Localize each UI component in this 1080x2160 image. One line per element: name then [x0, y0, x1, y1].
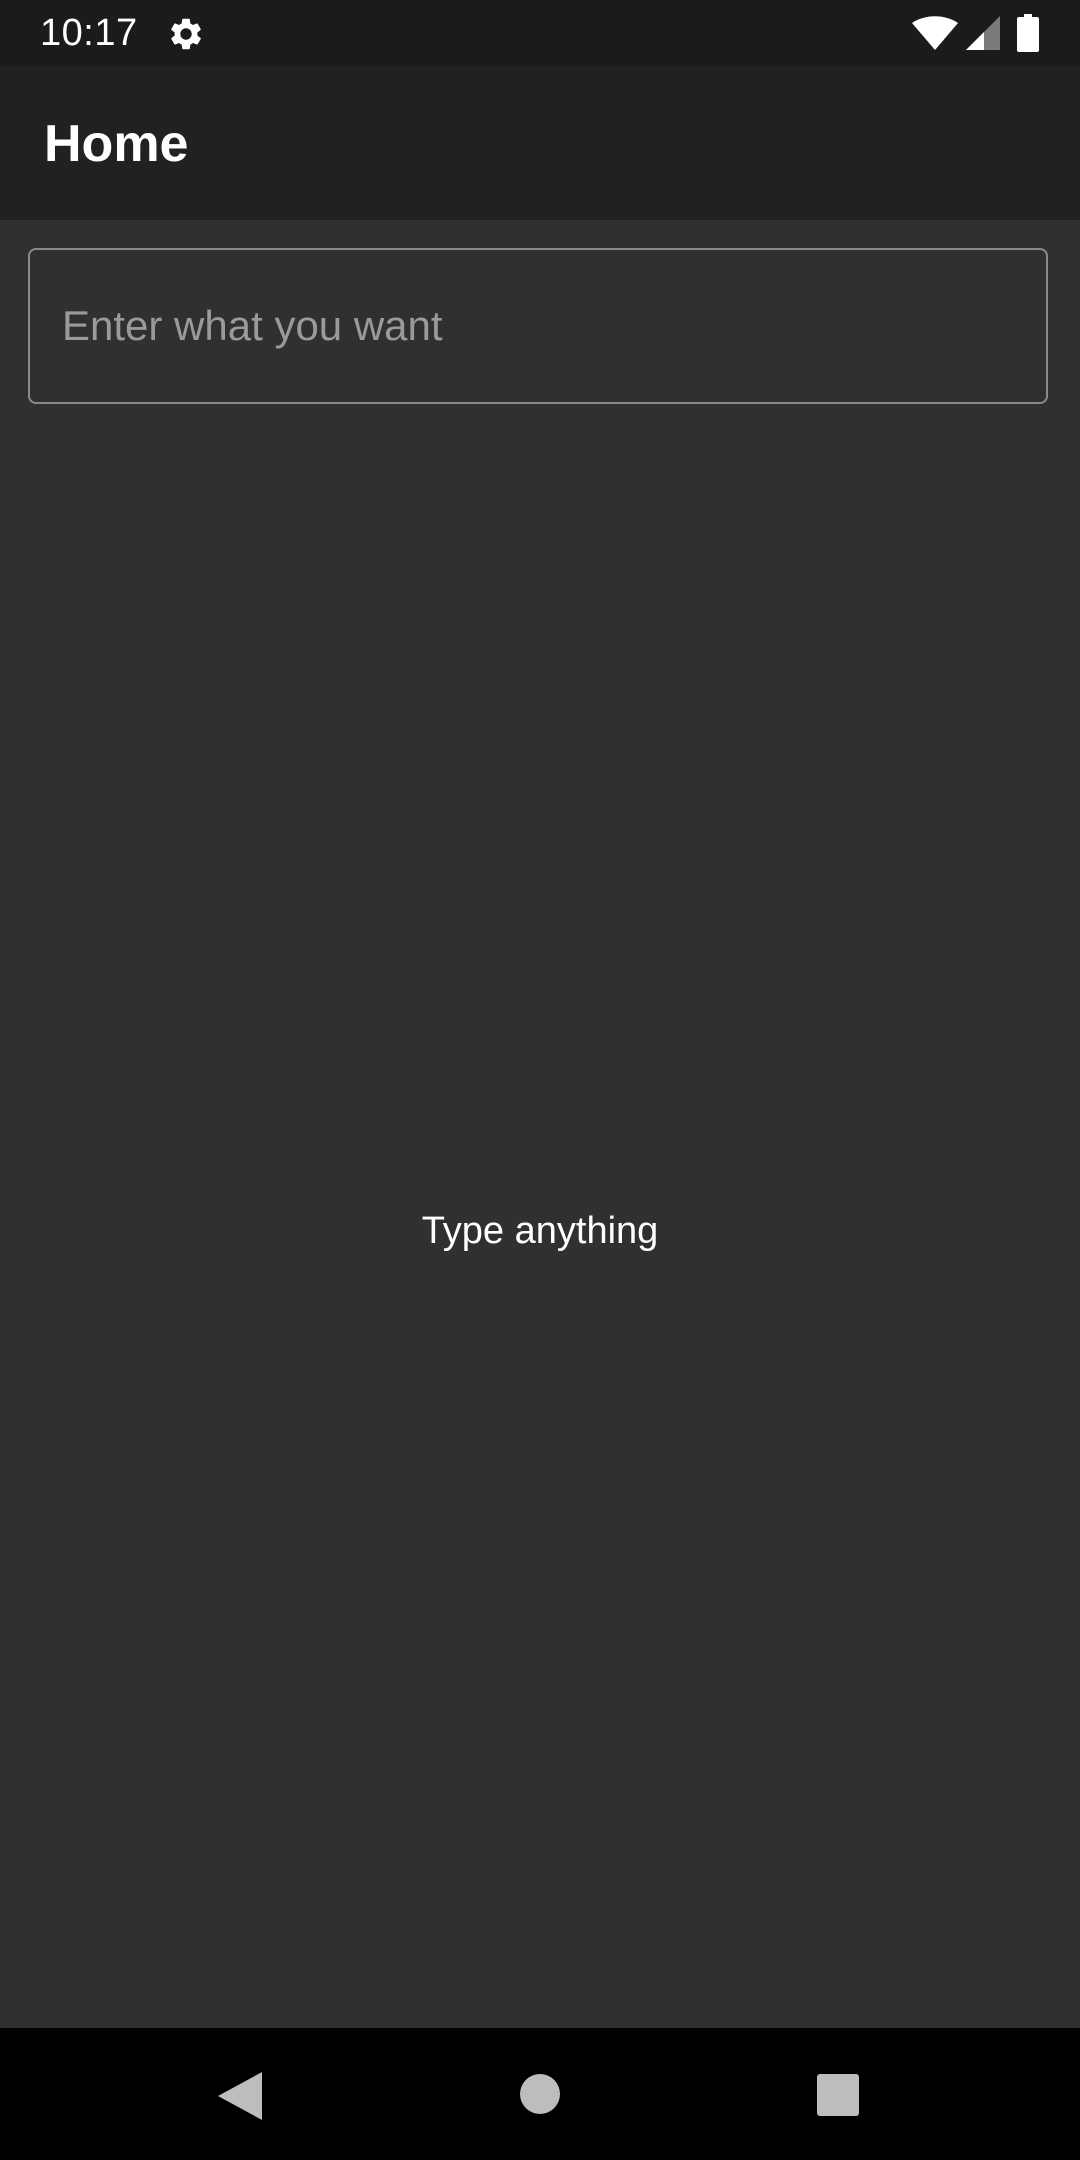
status-bar: 10:17 [0, 0, 1080, 66]
wifi-icon [912, 16, 958, 50]
page-title: Home [44, 115, 189, 173]
search-input-container[interactable] [28, 248, 1048, 404]
battery-icon [1017, 14, 1039, 52]
app-bar: Home [0, 66, 1080, 220]
home-icon[interactable] [520, 2074, 560, 2114]
status-time: 10:17 [40, 12, 138, 54]
empty-state-message: Type anything [421, 1210, 659, 1252]
back-icon[interactable] [218, 2072, 262, 2120]
recents-icon[interactable] [817, 2074, 859, 2116]
navigation-bar [0, 2028, 1080, 2160]
search-input[interactable] [30, 250, 1046, 402]
gear-icon [171, 18, 201, 50]
signal-icon [966, 16, 1000, 50]
